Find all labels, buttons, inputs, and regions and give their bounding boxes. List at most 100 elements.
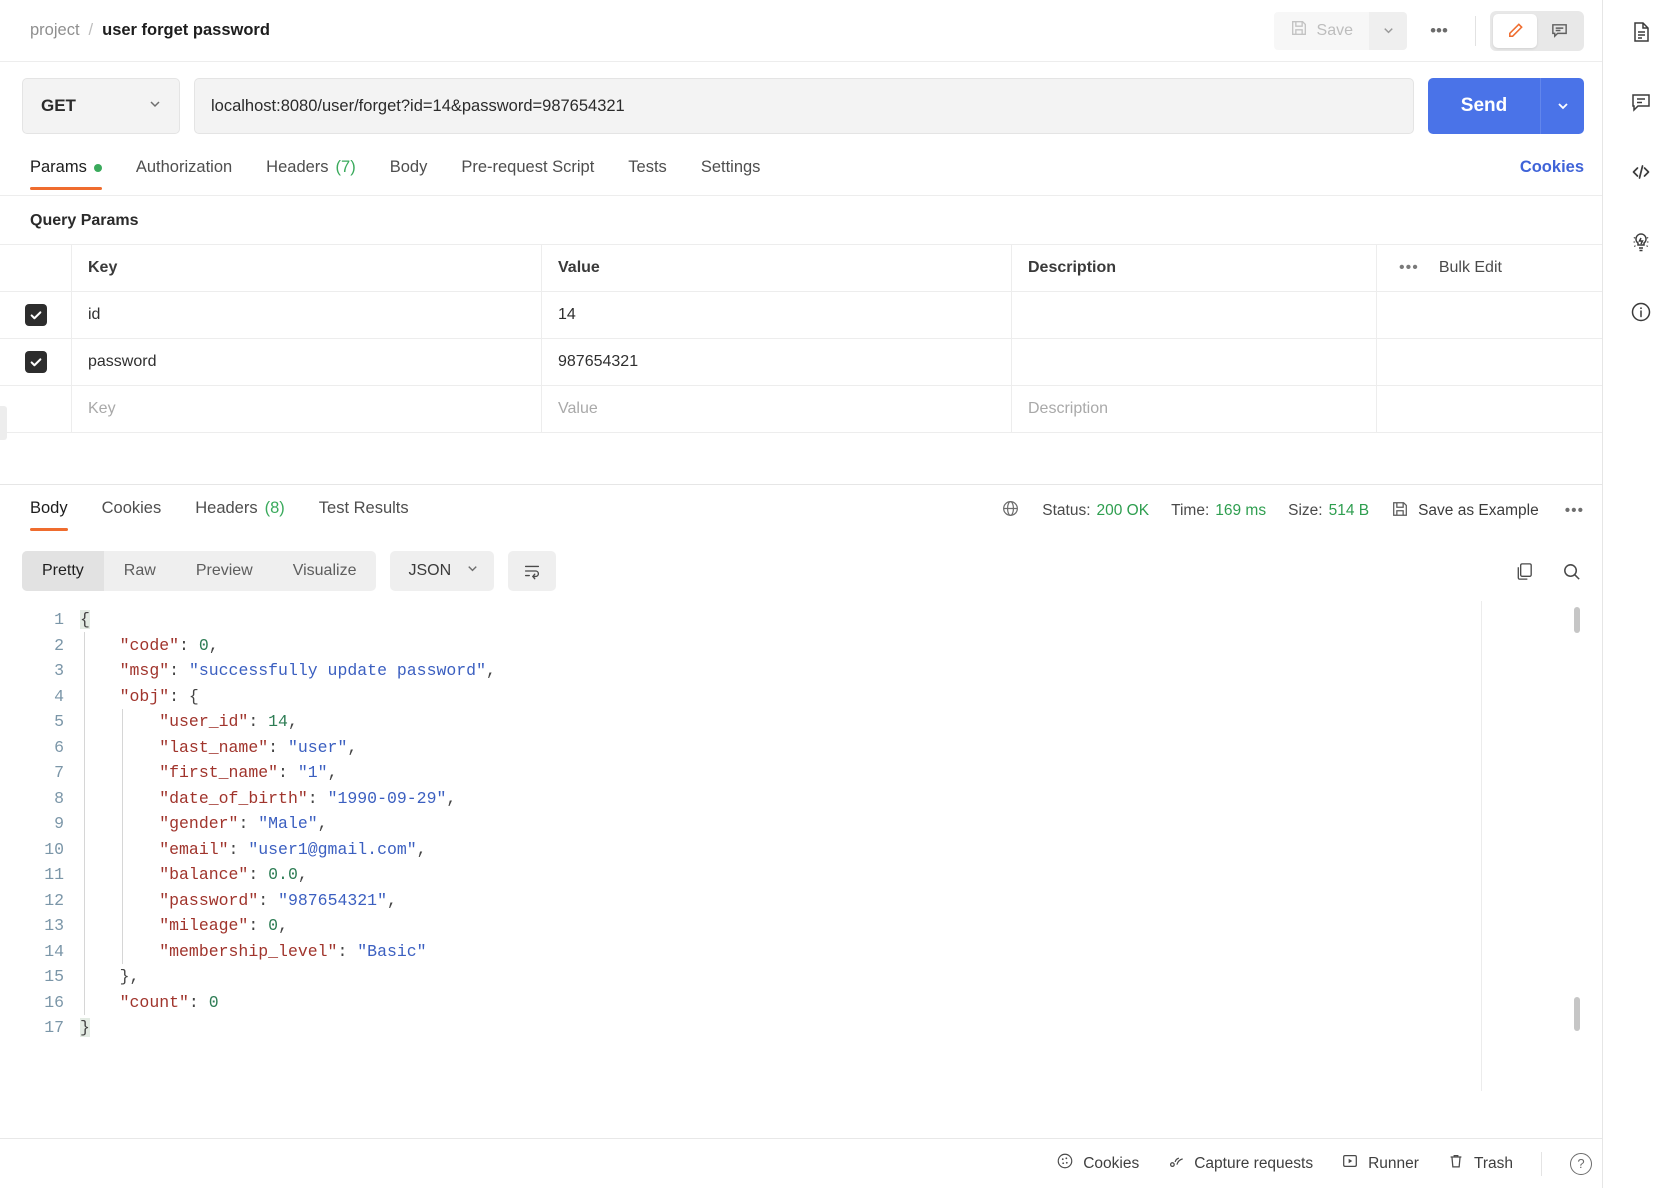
request-cookies-link[interactable]: Cookies — [1520, 158, 1584, 190]
view-raw-button[interactable]: Raw — [104, 551, 176, 591]
body-format-value: JSON — [408, 562, 452, 579]
tab-params[interactable]: Params — [30, 158, 120, 190]
response-tab-headers[interactable]: Headers (8) — [195, 499, 303, 531]
tab-pre-request-script[interactable]: Pre-request Script — [461, 158, 612, 190]
comment-mode-button[interactable] — [1537, 14, 1581, 48]
code-line: "gender": "Male", — [80, 811, 496, 837]
comment-icon[interactable] — [1621, 82, 1661, 122]
param-description[interactable] — [1012, 292, 1377, 338]
response-tab-test-results[interactable]: Test Results — [319, 499, 427, 531]
code-line: "date_of_birth": "1990-09-29", — [80, 786, 496, 812]
response-more-button[interactable]: ••• — [1565, 502, 1584, 520]
line-number: 7 — [54, 763, 64, 782]
param-key[interactable]: password — [72, 339, 542, 385]
tab-settings[interactable]: Settings — [701, 158, 779, 190]
code-token-p: : — [307, 788, 328, 808]
footer-cookies-button[interactable]: Cookies — [1056, 1152, 1139, 1175]
code-token-k: "user_id" — [159, 712, 249, 731]
send-dropdown-button[interactable] — [1540, 78, 1584, 134]
line-number: 4 — [54, 686, 64, 706]
code-token-p: : — [248, 916, 269, 935]
body-format-select[interactable]: JSON — [390, 551, 495, 591]
tab-authorization[interactable]: Authorization — [136, 158, 250, 190]
request-header: project / user forget password Save ••• — [0, 0, 1602, 62]
http-method-select[interactable]: GET — [22, 78, 180, 134]
play-box-icon — [1341, 1152, 1359, 1175]
code-scrollbar-thumb-bottom[interactable] — [1574, 997, 1580, 1031]
json-code-lines[interactable]: { "code": 0, "msg": "successfully update… — [80, 607, 496, 1041]
url-input[interactable]: localhost:8080/user/forget?id=14&passwor… — [194, 78, 1414, 134]
row-checkbox-cell — [0, 292, 72, 338]
param-description[interactable] — [1012, 339, 1377, 385]
table-row: id 14 — [0, 292, 1602, 339]
code-token-k: "code" — [119, 635, 180, 655]
right-sidebar — [1602, 0, 1678, 1188]
save-button[interactable]: Save — [1273, 11, 1369, 50]
save-as-example-button[interactable]: Save as Example — [1391, 500, 1539, 523]
code-token-p: : — [337, 941, 358, 961]
table-row: password 987654321 — [0, 339, 1602, 386]
response-tab-cookies[interactable]: Cookies — [102, 499, 180, 531]
param-value[interactable]: 987654321 — [542, 339, 1012, 385]
code-scrollbar-thumb-top[interactable] — [1574, 607, 1580, 633]
line-number-gutter: 1 2 3 4 5 6 7 8 9 10 11 12 13 14 15 16 17 — [0, 607, 80, 1041]
view-preview-button[interactable]: Preview — [176, 551, 273, 591]
mock-lightbulb-icon[interactable] — [1621, 222, 1661, 262]
param-value[interactable]: 14 — [542, 292, 1012, 338]
code-token-p: , — [327, 763, 338, 782]
info-icon[interactable] — [1621, 292, 1661, 332]
footer-capture-requests-button[interactable]: Capture requests — [1167, 1152, 1313, 1175]
response-tab-body[interactable]: Body — [30, 499, 86, 531]
param-checkbox[interactable] — [24, 304, 47, 326]
time-badge: Time: 169 ms — [1171, 502, 1266, 520]
documentation-icon[interactable] — [1621, 12, 1661, 52]
footer-trash-button[interactable]: Trash — [1447, 1152, 1513, 1175]
code-token-k: "first_name" — [159, 763, 279, 782]
param-key[interactable]: id — [72, 292, 542, 338]
breadcrumb: project / user forget password — [30, 21, 270, 40]
code-icon[interactable] — [1621, 152, 1661, 192]
code-token-p: , — [297, 865, 308, 884]
edit-mode-button[interactable] — [1493, 13, 1537, 48]
params-modified-dot — [93, 163, 102, 172]
footer-divider — [1541, 1151, 1542, 1176]
header-more-button[interactable]: ••• — [1417, 12, 1461, 50]
save-disk-icon — [1391, 500, 1409, 523]
code-token-s: "1990-09-29" — [327, 788, 447, 808]
tab-headers[interactable]: Headers (7) — [266, 158, 374, 190]
tab-authorization-label: Authorization — [135, 158, 233, 176]
save-dropdown-button[interactable] — [1369, 11, 1407, 50]
line-number: 16 — [44, 992, 64, 1012]
code-line: { — [80, 607, 496, 633]
wrap-lines-button[interactable] — [508, 551, 557, 591]
new-param-value-input[interactable]: Value — [542, 386, 1012, 432]
response-body-viewer[interactable]: 1 2 3 4 5 6 7 8 9 10 11 12 13 14 15 16 17 { "code": 0, "… — [0, 601, 1602, 1091]
send-button[interactable]: Send — [1428, 78, 1540, 134]
header-value: Value — [542, 245, 1012, 291]
pane-collapse-handle[interactable] — [0, 406, 7, 440]
code-token-k: "obj" — [119, 686, 170, 706]
bulk-edit-button[interactable]: Bulk Edit — [1439, 259, 1502, 277]
pane-splitter[interactable] — [0, 433, 1602, 485]
param-checkbox[interactable] — [24, 351, 47, 373]
copy-icon[interactable] — [1514, 561, 1535, 582]
help-icon[interactable]: ? — [1570, 1152, 1592, 1175]
fold-guide — [122, 709, 123, 964]
params-more-button[interactable]: ••• — [1399, 259, 1419, 277]
breadcrumb-root[interactable]: project — [30, 21, 80, 40]
code-token-p: , — [287, 712, 298, 731]
table-row-empty: Key Value Description — [0, 386, 1602, 433]
tab-tests[interactable]: Tests — [628, 158, 685, 190]
tab-body[interactable]: Body — [390, 158, 446, 190]
new-param-key-input[interactable]: Key — [72, 386, 542, 432]
breadcrumb-request-name[interactable]: user forget password — [102, 21, 270, 40]
new-param-description-input[interactable]: Description — [1012, 386, 1377, 432]
search-icon[interactable] — [1561, 561, 1582, 582]
view-visualize-button[interactable]: Visualize — [273, 551, 377, 591]
footer-runner-button[interactable]: Runner — [1341, 1152, 1419, 1175]
row-actions — [1377, 339, 1602, 385]
view-pretty-button[interactable]: Pretty — [22, 551, 104, 591]
row-checkbox-cell — [0, 339, 72, 385]
code-token-k: "balance" — [159, 865, 249, 884]
postman-window: project / user forget password Save ••• … — [0, 0, 1678, 1188]
